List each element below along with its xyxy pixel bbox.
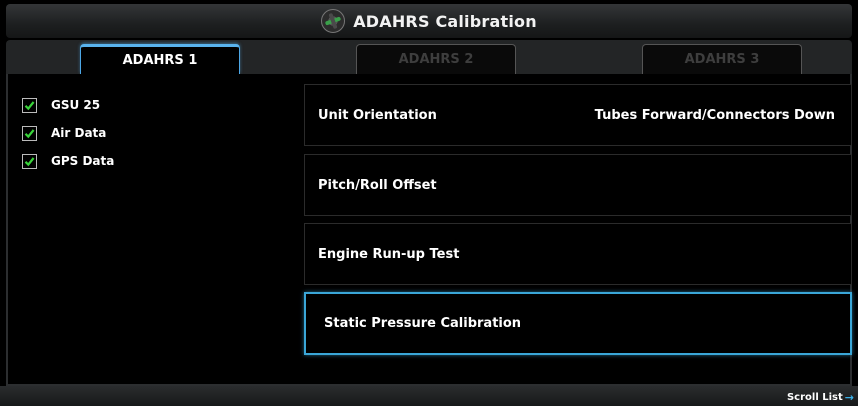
menu-item-label: Unit Orientation — [318, 107, 437, 123]
menu-item-value: Tubes Forward/Connectors Down — [594, 107, 835, 123]
scroll-list-hint: Scroll List → — [787, 392, 854, 403]
checklist-label: GPS Data — [51, 154, 115, 168]
tab-adahrs-1[interactable]: ADAHRS 1 — [80, 44, 240, 74]
page-title: ADAHRS Calibration — [353, 11, 537, 31]
scroll-hint-label: Scroll List — [786, 392, 843, 403]
menu-item-pitch-roll-offset[interactable]: Pitch/Roll Offset — [304, 154, 852, 216]
checkbox-checked-icon — [22, 125, 37, 141]
checklist-item-air-data: Air Data — [22, 122, 114, 144]
tab-adahrs-2[interactable]: ADAHRS 2 — [356, 44, 516, 74]
checklist-item-gsu25: GSU 25 — [22, 94, 114, 116]
menu-item-unit-orientation[interactable]: Unit Orientation Tubes Forward/Connector… — [304, 84, 852, 146]
checkbox-checked-icon — [22, 153, 37, 169]
bottom-bar — [0, 386, 858, 406]
menu-item-label: Static Pressure Calibration — [324, 316, 522, 331]
tab-adahrs-3[interactable]: ADAHRS 3 — [642, 44, 802, 74]
title-bar: ADAHRS Calibration — [6, 4, 852, 38]
attitude-indicator-icon — [321, 9, 346, 33]
status-checklist: GSU 25 Air Data GPS Data — [22, 94, 114, 178]
adahrs-calibration-screen: ADAHRS Calibration ADAHRS 1 ADAHRS 2 ADA… — [0, 0, 858, 406]
checklist-item-gps-data: GPS Data — [22, 150, 114, 172]
menu-item-engine-run-up-test[interactable]: Engine Run-up Test — [304, 223, 852, 285]
menu-item-static-pressure-calibration[interactable]: Static Pressure Calibration — [304, 292, 852, 355]
tab-strip: ADAHRS 1 ADAHRS 2 ADAHRS 3 — [6, 40, 852, 74]
arrow-right-icon: → — [844, 391, 854, 404]
menu-item-label: Pitch/Roll Offset — [318, 177, 437, 193]
checklist-label: Air Data — [51, 126, 107, 140]
checkbox-checked-icon — [22, 97, 37, 113]
menu-item-label: Engine Run-up Test — [318, 246, 460, 262]
checklist-label: GSU 25 — [51, 98, 101, 112]
